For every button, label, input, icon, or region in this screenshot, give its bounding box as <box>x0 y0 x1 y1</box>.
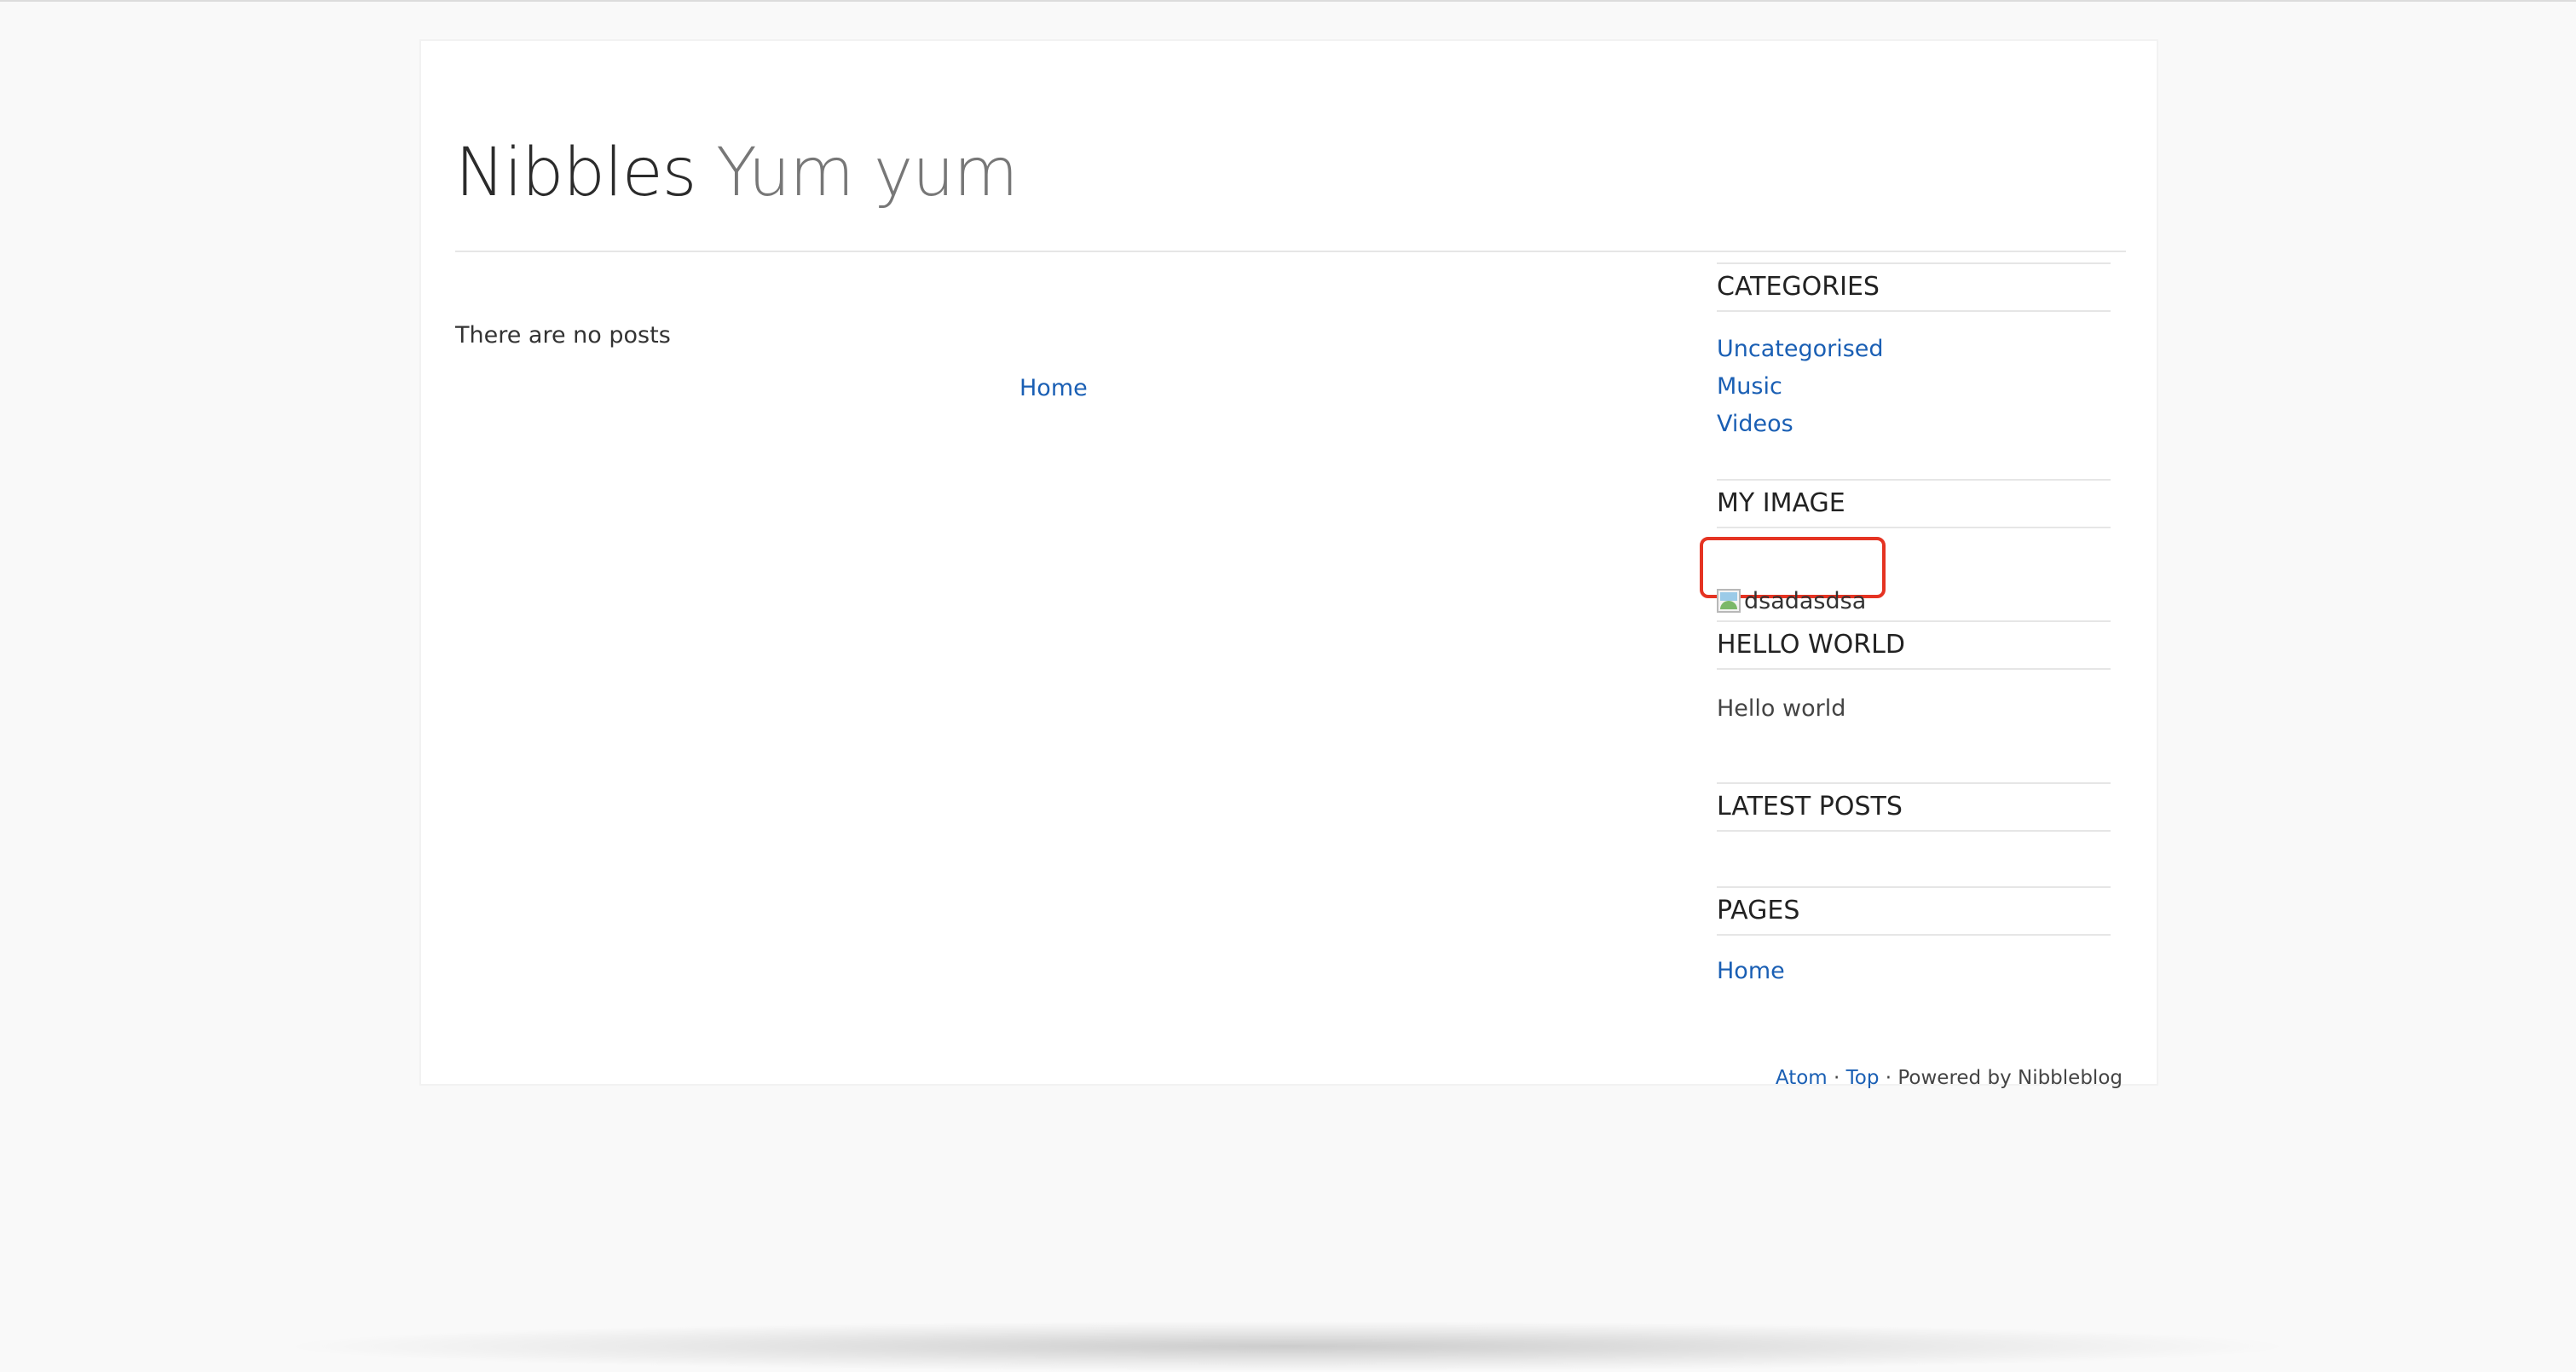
blog-container: Nibbles Yum yum There are no posts Home … <box>419 39 2158 1089</box>
categories-title: CATEGORIES <box>1717 262 2111 312</box>
no-posts-message: There are no posts <box>455 322 671 349</box>
latest-posts-title: LATEST POSTS <box>1717 782 2111 832</box>
hello-world-title: HELLO WORLD <box>1717 620 2111 670</box>
pages-link-home[interactable]: Home <box>1717 958 1785 984</box>
blog-footer: Atom · Top · Powered by Nibbleblog <box>1776 1067 2123 1089</box>
hello-world-text: Hello world <box>1717 695 1846 722</box>
pager-home-link[interactable]: Home <box>1019 375 1088 401</box>
window-bottom-shadow <box>273 1321 2302 1372</box>
pages-title: PAGES <box>1717 886 2111 936</box>
category-link-music[interactable]: Music <box>1717 373 1782 400</box>
powered-by-text: Powered by Nibbleblog <box>1897 1067 2123 1089</box>
blog-slogan: Yum yum <box>716 135 1018 211</box>
my-image-title: MY IMAGE <box>1717 479 2111 528</box>
blog-name: Nibbles <box>455 135 696 211</box>
footer-separator: · <box>1885 1067 1892 1089</box>
category-link-videos[interactable]: Videos <box>1717 411 1793 437</box>
image-alt-text: dsadasdsa <box>1744 587 1867 614</box>
blog-title: Nibbles Yum yum <box>455 135 1019 211</box>
broken-image-icon <box>1717 589 1741 613</box>
browser-top-border <box>0 0 2576 2</box>
blog-header: Nibbles Yum yum <box>455 94 2126 252</box>
atom-link[interactable]: Atom <box>1776 1067 1828 1089</box>
top-link[interactable]: Top <box>1846 1067 1880 1089</box>
my-image: dsadasdsa <box>1717 586 1866 615</box>
category-link-uncategorised[interactable]: Uncategorised <box>1717 336 1884 362</box>
footer-separator: · <box>1834 1067 1840 1089</box>
